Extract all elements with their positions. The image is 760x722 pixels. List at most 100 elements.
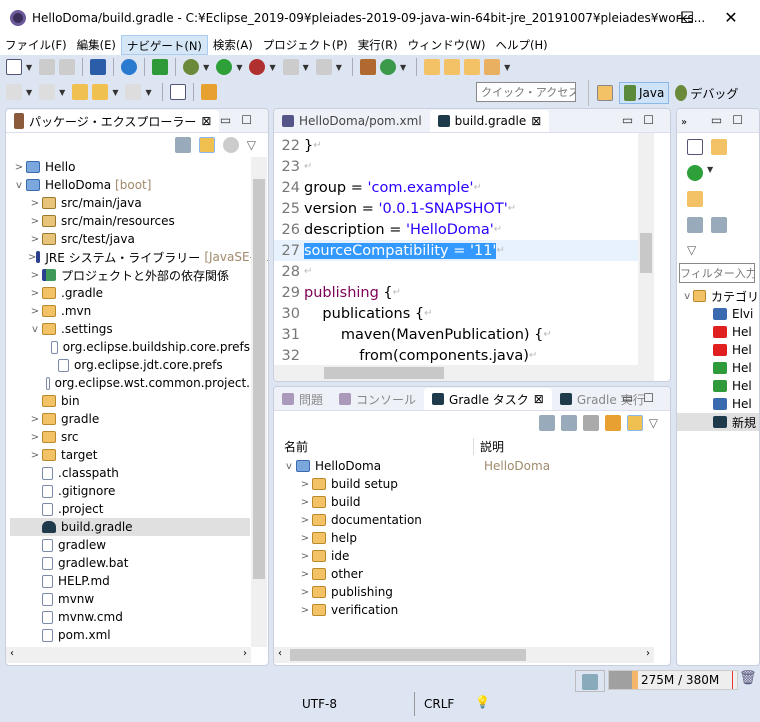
tree-item[interactable]: > src/main/java <box>10 194 250 212</box>
code-line[interactable]: 26 description = 'HelloDoma' ↵ <box>274 219 638 240</box>
tree-item[interactable]: > JRE システム・ライブラリー [JavaSE-11] <box>10 248 268 266</box>
view-menu-icon[interactable]: ▽ <box>687 243 749 257</box>
code-line[interactable]: 22} ↵ <box>274 135 638 156</box>
editor-vertical-scrollbar[interactable] <box>638 133 654 365</box>
menu-1[interactable]: 編集(E) <box>72 35 121 55</box>
tab-bottom[interactable]: 問題 <box>274 388 331 410</box>
line-ending-status[interactable]: CRLF <box>424 697 454 711</box>
save-icon[interactable] <box>39 59 56 75</box>
run-external-icon[interactable] <box>249 59 266 75</box>
tree-item[interactable]: mvnw <box>10 590 250 608</box>
task-group[interactable]: > documentation <box>274 511 670 529</box>
twisty-icon[interactable]: v <box>12 180 26 191</box>
twisty-icon[interactable]: > <box>298 551 312 562</box>
twisty-icon[interactable]: > <box>28 216 42 227</box>
code-line[interactable]: 24 group = 'com.example' ↵ <box>274 177 638 198</box>
tab-package-explorer[interactable]: パッケージ・エクスプローラー ⊠ <box>6 110 220 132</box>
open-folder-icon[interactable] <box>711 139 727 155</box>
new-task-icon[interactable] <box>687 139 703 155</box>
tree-item[interactable]: org.eclipse.jdt.core.prefs <box>10 356 250 374</box>
min-max-buttons[interactable]: ▭☐ <box>622 113 664 127</box>
twisty-icon[interactable]: > <box>12 162 26 173</box>
tree-item[interactable]: v .settings <box>10 320 250 338</box>
tree-item[interactable]: > src/test/java <box>10 230 250 248</box>
back-icon[interactable] <box>92 84 109 100</box>
link-with-editor-icon[interactable] <box>198 137 215 153</box>
close-icon[interactable]: ⊠ <box>534 392 544 406</box>
task-item[interactable]: Hel <box>677 323 759 341</box>
new-class-icon[interactable] <box>379 59 396 75</box>
twisty-icon[interactable]: > <box>28 198 42 209</box>
twisty-icon[interactable]: > <box>28 414 42 425</box>
terminal-icon[interactable] <box>90 59 107 75</box>
prev-annotation-icon[interactable] <box>39 84 56 100</box>
column-name[interactable]: 名前 <box>274 437 474 455</box>
tree-item[interactable]: mvnw.cmd <box>10 608 250 626</box>
explorer-vertical-scrollbar[interactable] <box>251 157 267 647</box>
twisty-icon[interactable]: > <box>28 270 42 281</box>
tree-item[interactable]: pom.xml <box>10 626 250 644</box>
tree-item[interactable]: > target <box>10 446 250 464</box>
task-item[interactable]: Hel <box>677 395 759 413</box>
java-perspective-button[interactable]: Java <box>619 82 670 104</box>
explorer-horizontal-scrollbar[interactable]: ‹ › <box>6 647 251 663</box>
twisty-icon[interactable]: > <box>28 288 42 299</box>
open-task-icon[interactable] <box>444 59 461 75</box>
task-group[interactable]: > publishing <box>274 583 670 601</box>
run-icon[interactable] <box>216 59 233 75</box>
spring-boot-icon[interactable] <box>152 59 169 75</box>
task-group[interactable]: > ide <box>274 547 670 565</box>
tree-root[interactable]: v HelloDoma HelloDoma <box>274 457 670 475</box>
twisty-icon[interactable]: > <box>298 605 312 616</box>
task-group[interactable]: > help <box>274 529 670 547</box>
next-annotation-icon[interactable] <box>6 84 22 100</box>
twisty-icon[interactable]: > <box>28 432 42 443</box>
view-menu-icon[interactable]: ▽ <box>247 138 256 152</box>
tasks-horizontal-scrollbar[interactable]: ‹ › <box>274 647 654 663</box>
twisty-icon[interactable]: > <box>298 497 312 508</box>
twisty-icon[interactable]: > <box>28 450 42 461</box>
menu-5[interactable]: 実行(R) <box>353 35 403 55</box>
save-all-icon[interactable] <box>59 59 76 75</box>
lightbulb-icon[interactable]: 💡 <box>475 695 490 709</box>
code-line[interactable]: 28 ↵ <box>274 261 638 282</box>
open-resource-icon[interactable] <box>464 59 481 75</box>
min-max-buttons[interactable]: ▭☐ <box>622 391 664 405</box>
task-item[interactable]: Hel <box>677 359 759 377</box>
stop-icon[interactable] <box>282 59 299 75</box>
collapse-all-icon[interactable] <box>560 415 577 431</box>
new-folder-icon[interactable] <box>687 191 703 207</box>
view-menu-icon[interactable]: ▽ <box>649 416 658 430</box>
tree-item[interactable]: .gitignore <box>10 482 250 500</box>
twisty-icon[interactable]: > <box>28 252 36 263</box>
tree-item[interactable]: gradlew <box>10 536 250 554</box>
task-group[interactable]: > other <box>274 565 670 583</box>
last-edit-icon[interactable] <box>72 84 89 100</box>
link-icon[interactable] <box>626 415 643 431</box>
tree-item[interactable]: bin <box>10 392 250 410</box>
toggle-icon[interactable] <box>582 415 599 431</box>
run-icon[interactable] <box>687 165 703 181</box>
tree-item[interactable]: > .mvn <box>10 302 250 320</box>
pen-icon[interactable] <box>484 59 501 75</box>
close-button[interactable]: ✕ <box>708 0 754 35</box>
tree-item[interactable]: > プロジェクトと外部の依存関係 <box>10 266 250 284</box>
tree-item[interactable]: org.eclipse.wst.common.project. <box>10 374 250 392</box>
filter-input[interactable] <box>679 263 755 283</box>
task-item[interactable]: Hel <box>677 341 759 359</box>
new-package-icon[interactable] <box>359 59 376 75</box>
twisty-icon[interactable]: > <box>298 533 312 544</box>
tree-item[interactable]: > gradle <box>10 410 250 428</box>
debug-icon[interactable] <box>183 59 200 75</box>
twisty-icon[interactable]: v <box>28 324 42 335</box>
trash-icon[interactable]: 🗑 <box>739 670 757 690</box>
twisty-icon[interactable]: > <box>298 569 312 580</box>
menu-7[interactable]: ヘルプ(H) <box>491 35 553 55</box>
task-item[interactable]: Elvi <box>677 305 759 323</box>
close-icon[interactable]: ⊠ <box>201 114 211 128</box>
code-line[interactable]: 29 publishing {↵ <box>274 282 638 303</box>
tree-item[interactable]: build.gradle <box>10 518 250 536</box>
expand-icon[interactable] <box>711 217 727 233</box>
twisty-icon[interactable]: > <box>298 479 312 490</box>
tree-item[interactable]: > .gradle <box>10 284 250 302</box>
